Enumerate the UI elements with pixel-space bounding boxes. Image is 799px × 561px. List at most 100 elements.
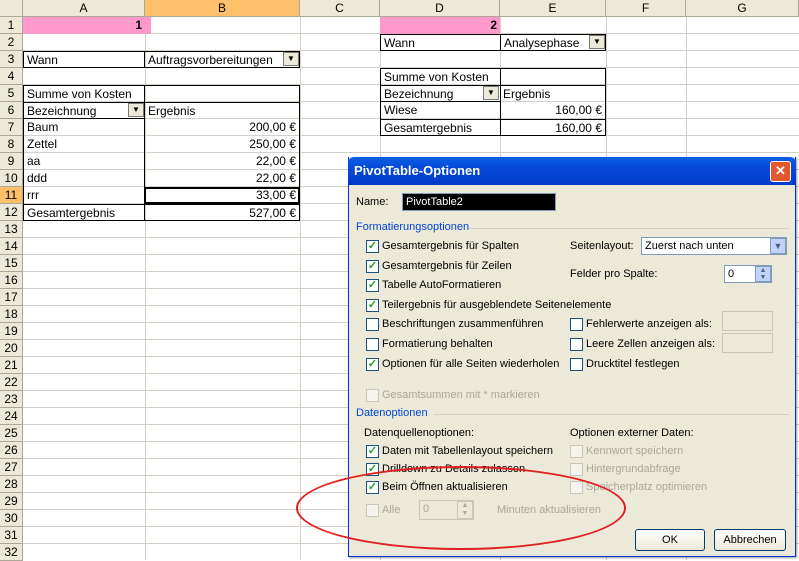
- row-header-27[interactable]: 27: [0, 459, 23, 476]
- spinner-icon[interactable]: ▲ ▼: [755, 266, 771, 282]
- row-header-32[interactable]: 32: [0, 544, 23, 561]
- pivot2-total-value[interactable]: 160,00 €: [500, 119, 606, 136]
- row-header-22[interactable]: 22: [0, 374, 23, 391]
- pivot2-filter-label[interactable]: Wann: [380, 34, 501, 51]
- row-header-6[interactable]: 6: [0, 102, 23, 119]
- background-query-checkbox[interactable]: [570, 463, 583, 476]
- pivot1-item-value[interactable]: 200,00 €: [144, 119, 300, 136]
- row-header-26[interactable]: 26: [0, 442, 23, 459]
- ok-button[interactable]: OK: [635, 529, 705, 551]
- row-header-23[interactable]: 23: [0, 391, 23, 408]
- row-header-1[interactable]: 1: [0, 17, 23, 34]
- col-header-b[interactable]: B: [145, 0, 300, 17]
- empty-cells-checkbox[interactable]: [570, 338, 583, 351]
- row-header-13[interactable]: 13: [0, 221, 23, 238]
- pivot2-row-field-dropdown-icon[interactable]: ▼: [483, 86, 499, 100]
- subtotal-hidden-checkbox[interactable]: ✓: [366, 299, 379, 312]
- pivot1-row-field-dropdown-icon[interactable]: ▼: [128, 103, 144, 117]
- pivot1-marker[interactable]: 1: [23, 17, 145, 34]
- pivot1-item-name[interactable]: aa: [23, 153, 145, 170]
- pivot1-item-value[interactable]: 22,00 €: [144, 170, 300, 187]
- row-header-2[interactable]: 2: [0, 34, 23, 51]
- row-header-24[interactable]: 24: [0, 408, 23, 425]
- cancel-button[interactable]: Abbrechen: [714, 529, 786, 551]
- print-titles-label: Drucktitel festlegen: [586, 358, 680, 370]
- row-header-17[interactable]: 17: [0, 289, 23, 306]
- row-header-15[interactable]: 15: [0, 255, 23, 272]
- grand-totals-columns-checkbox[interactable]: ✓: [366, 240, 379, 253]
- row-header-7[interactable]: 7: [0, 119, 23, 136]
- pivot1-item-name[interactable]: Baum: [23, 119, 145, 136]
- row-header-10[interactable]: 10: [0, 170, 23, 187]
- name-input[interactable]: PivotTable2: [402, 193, 556, 211]
- empty-cells-input[interactable]: [722, 333, 773, 353]
- row-header-29[interactable]: 29: [0, 493, 23, 510]
- error-values-checkbox[interactable]: [570, 318, 583, 331]
- pivot2-filter-dropdown-icon[interactable]: ▼: [589, 35, 605, 49]
- row-header-21[interactable]: 21: [0, 357, 23, 374]
- pivot2-marker[interactable]: 2: [380, 17, 500, 34]
- pivot2-item-name[interactable]: Wiese: [380, 102, 501, 119]
- optimize-memory-checkbox[interactable]: [570, 481, 583, 494]
- save-password-checkbox[interactable]: [570, 445, 583, 458]
- error-values-input[interactable]: [722, 311, 773, 331]
- row-header-9[interactable]: 9: [0, 153, 23, 170]
- row-header-12[interactable]: 12: [0, 204, 23, 221]
- repeat-options-checkbox[interactable]: ✓: [366, 358, 379, 371]
- pivot1-filter-dropdown-icon[interactable]: ▼: [283, 52, 299, 66]
- grand-totals-rows-checkbox[interactable]: ✓: [366, 260, 379, 273]
- pivot1-item-value[interactable]: 250,00 €: [144, 136, 300, 153]
- page-layout-select[interactable]: Zuerst nach unten: [641, 237, 787, 255]
- col-header-f[interactable]: F: [606, 0, 686, 17]
- close-icon[interactable]: ✕: [770, 161, 791, 182]
- pivot1-total-value[interactable]: 527,00 €: [144, 204, 300, 221]
- print-titles-checkbox[interactable]: [570, 358, 583, 371]
- col-header-c[interactable]: C: [300, 0, 380, 17]
- row-header-14[interactable]: 14: [0, 238, 23, 255]
- row-header-5[interactable]: 5: [0, 85, 23, 102]
- row-header-11[interactable]: 11: [0, 187, 23, 204]
- dialog-title: PivotTable-Optionen: [348, 157, 796, 185]
- row-header-3[interactable]: 3: [0, 51, 23, 68]
- col-header-e[interactable]: E: [500, 0, 606, 17]
- row-header-30[interactable]: 30: [0, 510, 23, 527]
- autoformat-checkbox[interactable]: ✓: [366, 279, 379, 292]
- row-header-8[interactable]: 8: [0, 136, 23, 153]
- pivot1-result-header[interactable]: Ergebnis: [145, 102, 300, 119]
- row-header-31[interactable]: 31: [0, 527, 23, 544]
- row-header-19[interactable]: 19: [0, 323, 23, 340]
- col-header-d[interactable]: D: [380, 0, 500, 17]
- col-header-g[interactable]: G: [686, 0, 799, 17]
- pivot1-filter-label[interactable]: Wann: [23, 51, 145, 68]
- save-data-checkbox[interactable]: ✓: [366, 445, 379, 458]
- row-header-4[interactable]: 4: [0, 68, 23, 85]
- mark-totals-checkbox[interactable]: [366, 389, 379, 402]
- pivot1-item-name[interactable]: ddd: [23, 170, 145, 187]
- pivot1-total-label[interactable]: Gesamtergebnis: [23, 204, 145, 221]
- pivot1-item-name[interactable]: rrr: [23, 187, 145, 204]
- drilldown-checkbox[interactable]: ✓: [366, 463, 379, 476]
- pivot1-item-value-active[interactable]: 33,00 €: [144, 187, 300, 204]
- pivot2-total-label[interactable]: Gesamtergebnis: [380, 119, 501, 136]
- row-header-20[interactable]: 20: [0, 340, 23, 357]
- pivot1-row-field[interactable]: Bezeichnung: [23, 102, 145, 119]
- pivot2-result-header[interactable]: Ergebnis: [500, 85, 606, 102]
- pivot2-item-value[interactable]: 160,00 €: [500, 102, 606, 119]
- minutes-spinner-icon[interactable]: ▲ ▼: [457, 501, 473, 519]
- pivot1-filter-value[interactable]: Auftragsvorbereitungen: [144, 51, 300, 68]
- chevron-down-icon[interactable]: ▼: [770, 238, 786, 254]
- all-checkbox[interactable]: [366, 504, 379, 517]
- pivot1-item-name[interactable]: Zettel: [23, 136, 145, 153]
- refresh-on-open-checkbox[interactable]: ✓: [366, 481, 379, 494]
- col-header-a[interactable]: A: [23, 0, 145, 17]
- keep-format-checkbox[interactable]: [366, 338, 379, 351]
- pivot2-data-field[interactable]: Summe von Kosten: [380, 68, 501, 85]
- merge-labels-checkbox[interactable]: [366, 318, 379, 331]
- pivot1-item-value[interactable]: 22,00 €: [144, 153, 300, 170]
- select-all-corner[interactable]: [0, 0, 23, 17]
- row-header-25[interactable]: 25: [0, 425, 23, 442]
- pivot1-data-field[interactable]: Summe von Kosten: [23, 85, 145, 102]
- row-header-16[interactable]: 16: [0, 272, 23, 289]
- row-header-18[interactable]: 18: [0, 306, 23, 323]
- row-header-28[interactable]: 28: [0, 476, 23, 493]
